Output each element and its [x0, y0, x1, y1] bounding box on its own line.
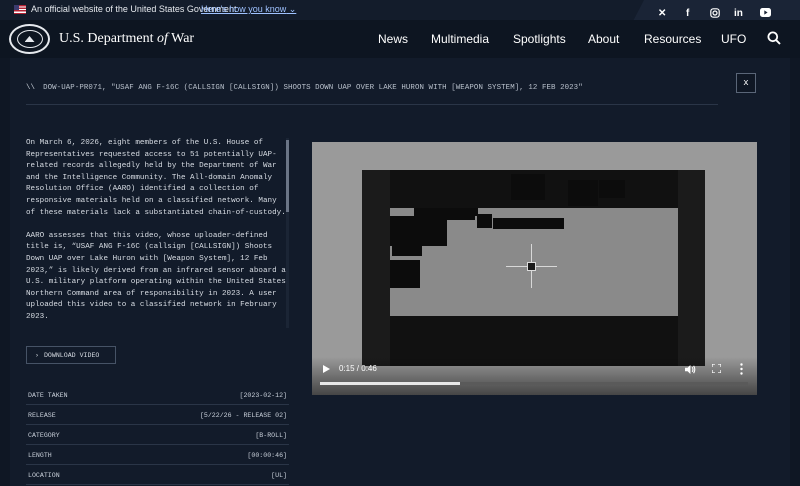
linkedin-icon[interactable]: in: [734, 8, 743, 19]
close-button[interactable]: x: [736, 73, 756, 93]
site-title[interactable]: U.S. Department of War: [59, 31, 194, 47]
nav-news[interactable]: News: [378, 32, 408, 46]
youtube-icon[interactable]: [760, 8, 771, 20]
chevron-right-icon: ›: [35, 351, 39, 359]
meta-row-release: RELEASE [5/22/26 - RELEASE 02]: [26, 405, 289, 425]
play-icon[interactable]: [323, 365, 330, 373]
video-player[interactable]: 0:15 / 0:46: [312, 142, 757, 395]
nav-multimedia[interactable]: Multimedia: [431, 32, 489, 46]
facebook-icon[interactable]: f: [686, 8, 689, 19]
record-title: \\ DOW-UAP-PR071, "USAF ANG F-16C (CALLSI…: [26, 84, 583, 92]
meta-row-location: LOCATION [UL]: [26, 465, 289, 485]
fullscreen-icon[interactable]: [712, 364, 721, 373]
video-controls: 0:15 / 0:46: [312, 357, 757, 395]
video-time: 0:15 / 0:46: [339, 364, 377, 373]
us-flag-icon: [14, 5, 26, 14]
title-divider: [26, 104, 718, 105]
meta-row-length: LENGTH [00:00:46]: [26, 445, 289, 465]
site-header: U.S. Department of War News Multimedia S…: [0, 20, 800, 58]
video-progress-bar[interactable]: [320, 382, 748, 385]
description-scrollbar-thumb[interactable]: [286, 140, 289, 212]
meta-row-date-taken: DATE TAKEN [2023-02-12]: [26, 385, 289, 405]
download-video-button[interactable]: › DOWNLOAD VIDEO: [26, 346, 116, 364]
record-description: On March 6, 2026, eight members of the U…: [26, 138, 286, 328]
heres-how-you-know-link[interactable]: Here's how you know ⌄: [201, 4, 296, 15]
description-paragraph: AARO assesses that this video, whose upl…: [26, 231, 286, 321]
search-icon[interactable]: [767, 31, 781, 45]
meta-row-category: CATEGORY [B-ROLL]: [26, 425, 289, 445]
nav-ufo[interactable]: UFO: [721, 32, 746, 46]
volume-icon[interactable]: [685, 364, 696, 375]
description-paragraph: On March 6, 2026, eight members of the U…: [26, 139, 286, 217]
video-frame: [362, 170, 705, 366]
nav-spotlights[interactable]: Spotlights: [513, 32, 566, 46]
video-progress-fill: [320, 382, 460, 385]
department-seal-logo[interactable]: [9, 24, 50, 54]
more-options-icon[interactable]: [740, 363, 743, 375]
nav-about[interactable]: About: [588, 32, 619, 46]
x-icon[interactable]: ✕: [658, 8, 666, 19]
reticle-target: [527, 262, 536, 271]
nav-resources[interactable]: Resources: [644, 32, 701, 46]
